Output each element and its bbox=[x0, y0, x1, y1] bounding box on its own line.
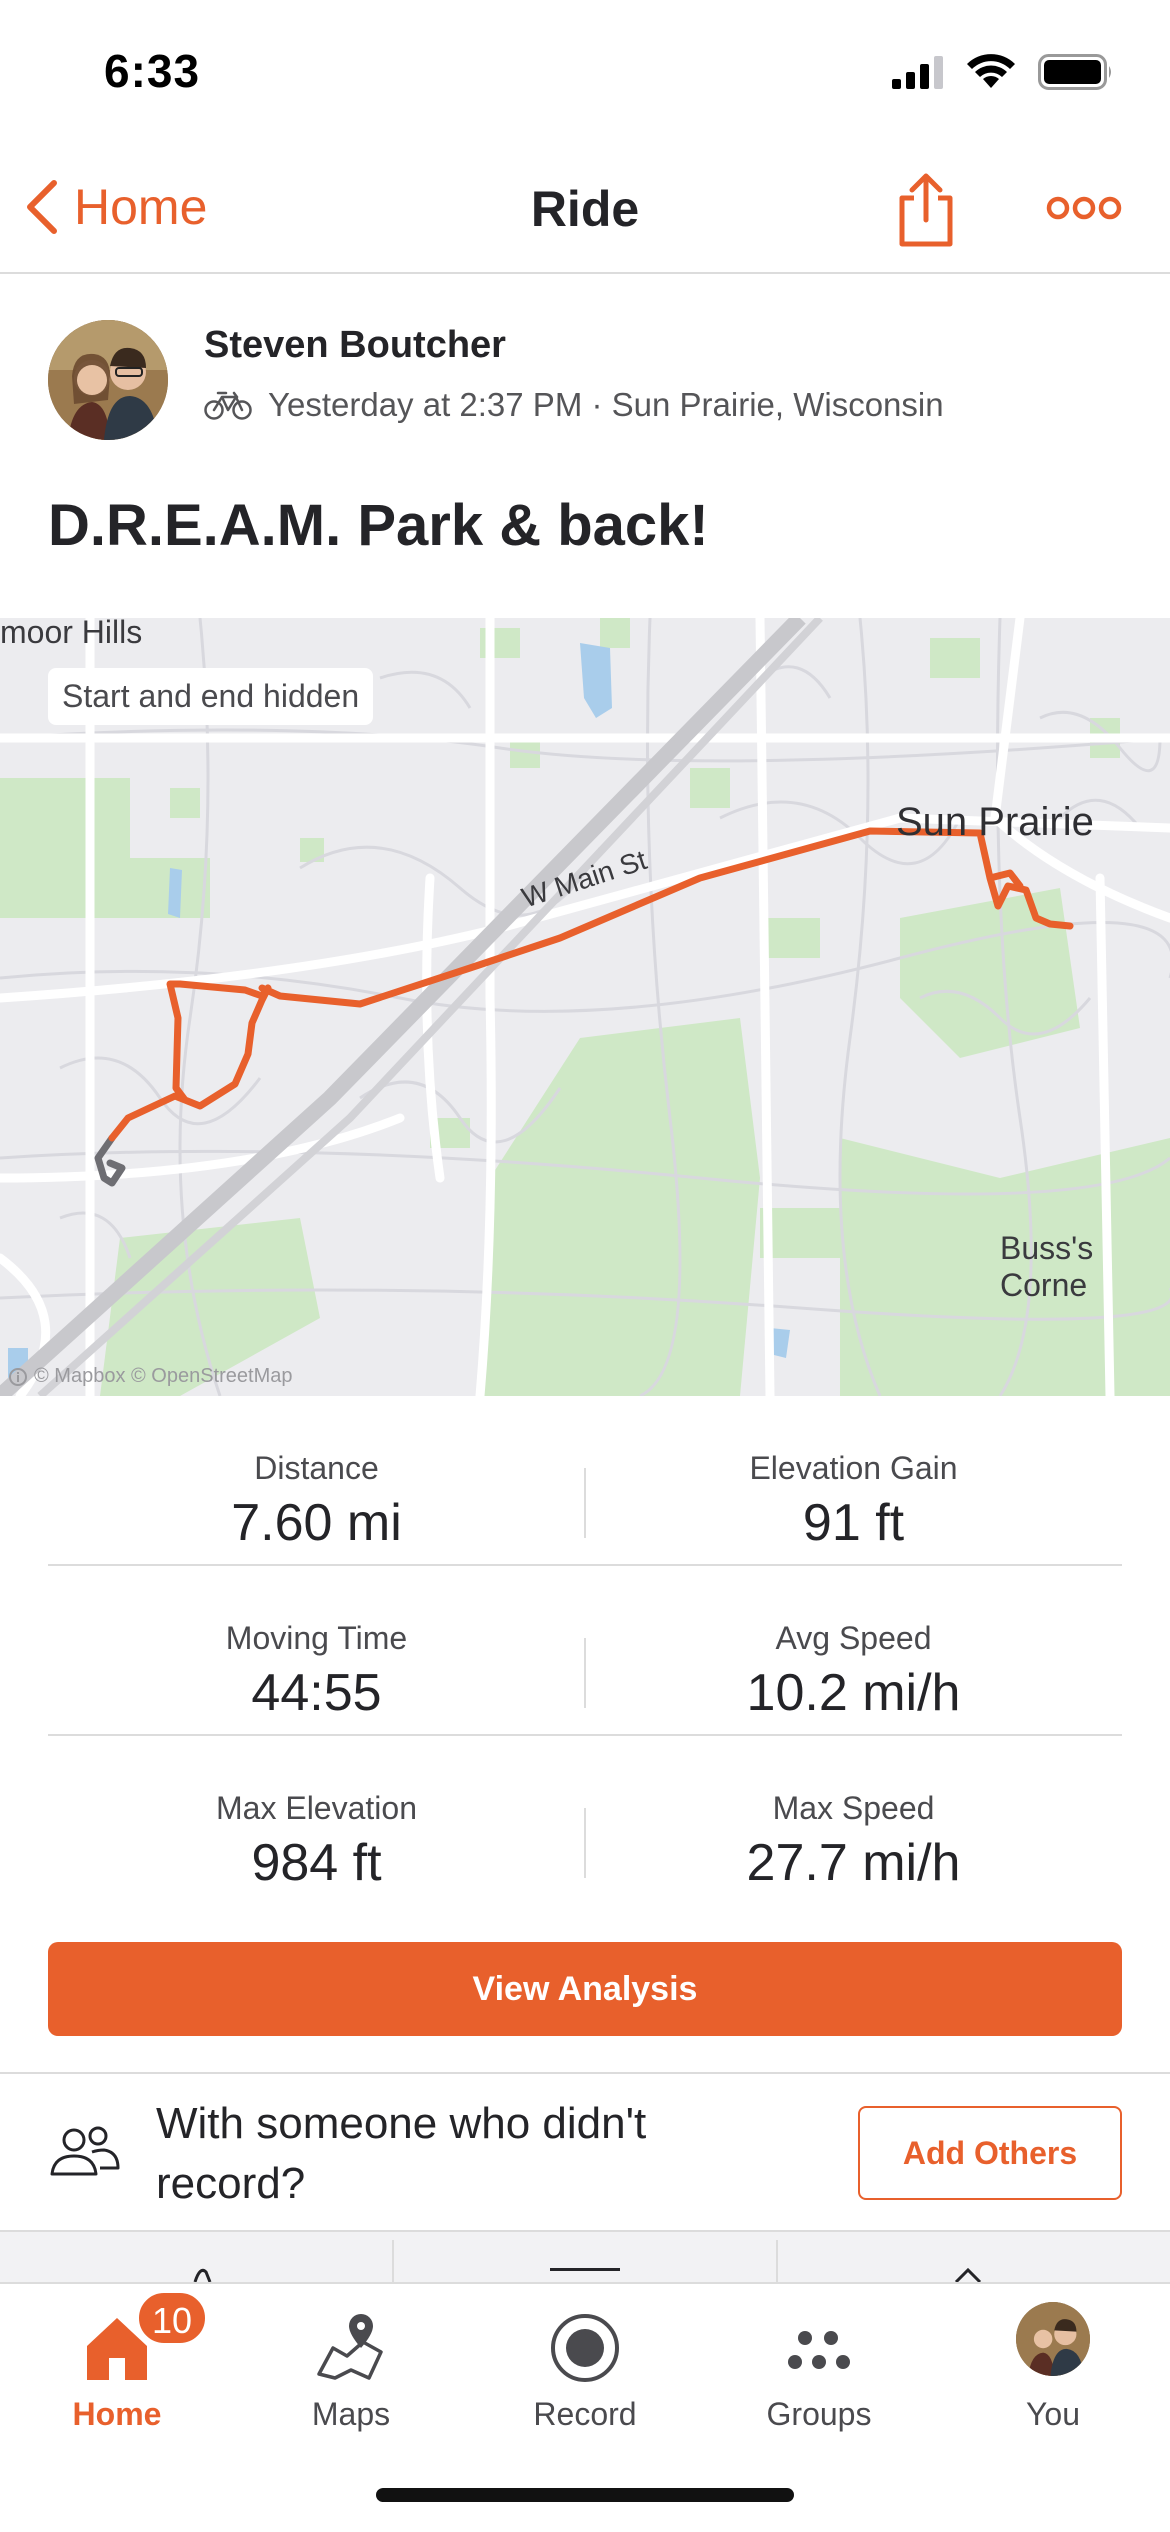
share-icon bbox=[899, 173, 953, 247]
more-icon bbox=[1046, 196, 1122, 220]
stats-row: Moving Time 44:55 Avg Speed 10.2 mi/h bbox=[48, 1566, 1122, 1736]
stats-row: Max Elevation 984 ft Max Speed 27.7 mi/h bbox=[48, 1736, 1122, 1906]
map-label-bottom-right: Buss's Corne bbox=[1000, 1230, 1094, 1303]
status-bar: 6:33 bbox=[0, 0, 1170, 150]
people-icon bbox=[50, 2126, 120, 2176]
map-label-top-left: moor Hills bbox=[0, 618, 143, 650]
tab-home[interactable]: 10 Home bbox=[0, 2284, 234, 2444]
athlete-avatar[interactable] bbox=[48, 320, 168, 440]
battery-icon bbox=[1038, 54, 1111, 90]
athlete-name[interactable]: Steven Boutcher bbox=[204, 324, 506, 367]
tab-record[interactable]: Record bbox=[468, 2284, 702, 2444]
stat-moving-time: Moving Time 44:55 bbox=[48, 1566, 585, 1736]
signal-icon bbox=[892, 56, 943, 89]
tab-label: Home bbox=[72, 2396, 162, 2432]
stat-value: 44:55 bbox=[251, 1664, 382, 1722]
stat-value: 27.7 mi/h bbox=[746, 1834, 961, 1892]
action-bar-peek bbox=[0, 2232, 1170, 2282]
map-label-city: Sun Prairie bbox=[896, 800, 1094, 844]
stat-label: Max Speed bbox=[772, 1790, 935, 1826]
activity-meta-text: Yesterday at 2:37 PM · Sun Prairie, Wisc… bbox=[268, 386, 944, 423]
record-icon bbox=[551, 2314, 619, 2382]
avatar bbox=[1016, 2302, 1090, 2376]
tab-groups[interactable]: Groups bbox=[702, 2284, 936, 2444]
stat-label: Avg Speed bbox=[775, 1620, 932, 1656]
stat-value: 7.60 mi bbox=[231, 1494, 402, 1552]
stat-max-speed: Max Speed 27.7 mi/h bbox=[585, 1736, 1122, 1906]
stat-distance: Distance 7.60 mi bbox=[48, 1396, 585, 1566]
stat-label: Max Elevation bbox=[216, 1790, 417, 1826]
with-someone-section: With someone who didn't record? Add Othe… bbox=[0, 2076, 1170, 2232]
route-map[interactable]: moor Hills Start and end hidden Sun Prai… bbox=[0, 618, 1170, 1396]
tab-label: Groups bbox=[766, 2396, 872, 2432]
notification-badge: 10 bbox=[136, 2290, 208, 2346]
groups-icon bbox=[788, 2331, 850, 2369]
stat-value: 10.2 mi/h bbox=[746, 1664, 961, 1722]
tab-label: Record bbox=[533, 2396, 637, 2432]
divider bbox=[0, 2072, 1170, 2074]
map-canvas bbox=[0, 618, 1170, 1396]
maps-icon bbox=[317, 2314, 383, 2380]
stat-value: 984 ft bbox=[251, 1834, 382, 1892]
share-button[interactable] bbox=[894, 170, 958, 253]
map-attribution[interactable]: © Mapbox © OpenStreetMap bbox=[8, 1365, 293, 1388]
tab-label: Maps bbox=[311, 2396, 391, 2432]
page-title: Ride bbox=[530, 181, 640, 237]
wifi-icon bbox=[967, 54, 1015, 88]
info-icon bbox=[9, 1367, 27, 1386]
bike-icon bbox=[204, 391, 252, 420]
home-indicator bbox=[376, 2488, 794, 2502]
stat-max-elevation: Max Elevation 984 ft bbox=[48, 1736, 585, 1906]
status-time: 6:33 bbox=[104, 45, 201, 97]
tab-maps[interactable]: Maps bbox=[234, 2284, 468, 2444]
attribution-text: © Mapbox © OpenStreetMap bbox=[34, 1365, 293, 1387]
privacy-badge: Start and end hidden bbox=[48, 668, 374, 725]
stat-label: Moving Time bbox=[225, 1620, 408, 1656]
activity-title: D.R.E.A.M. Park & back! bbox=[48, 493, 709, 558]
stats-grid: Distance 7.60 mi Elevation Gain 91 ft Mo… bbox=[48, 1396, 1122, 1906]
stat-value: 91 ft bbox=[802, 1494, 905, 1552]
with-someone-text: With someone who didn't record? bbox=[156, 2099, 647, 2208]
stat-label: Elevation Gain bbox=[749, 1450, 958, 1486]
more-button[interactable] bbox=[1046, 196, 1122, 225]
nav-header: Home Ride bbox=[0, 150, 1170, 274]
stat-elevation-gain: Elevation Gain 91 ft bbox=[585, 1396, 1122, 1566]
stat-label: Distance bbox=[254, 1450, 379, 1486]
status-icons bbox=[892, 54, 1114, 90]
tab-you[interactable]: You bbox=[936, 2284, 1170, 2444]
tab-label: You bbox=[1026, 2396, 1080, 2432]
view-analysis-button[interactable]: View Analysis bbox=[48, 1942, 1122, 2036]
stat-avg-speed: Avg Speed 10.2 mi/h bbox=[585, 1566, 1122, 1736]
add-others-button[interactable]: Add Others bbox=[858, 2106, 1122, 2200]
activity-meta: Yesterday at 2:37 PM · Sun Prairie, Wisc… bbox=[204, 386, 944, 424]
stats-row: Distance 7.60 mi Elevation Gain 91 ft bbox=[48, 1396, 1122, 1566]
